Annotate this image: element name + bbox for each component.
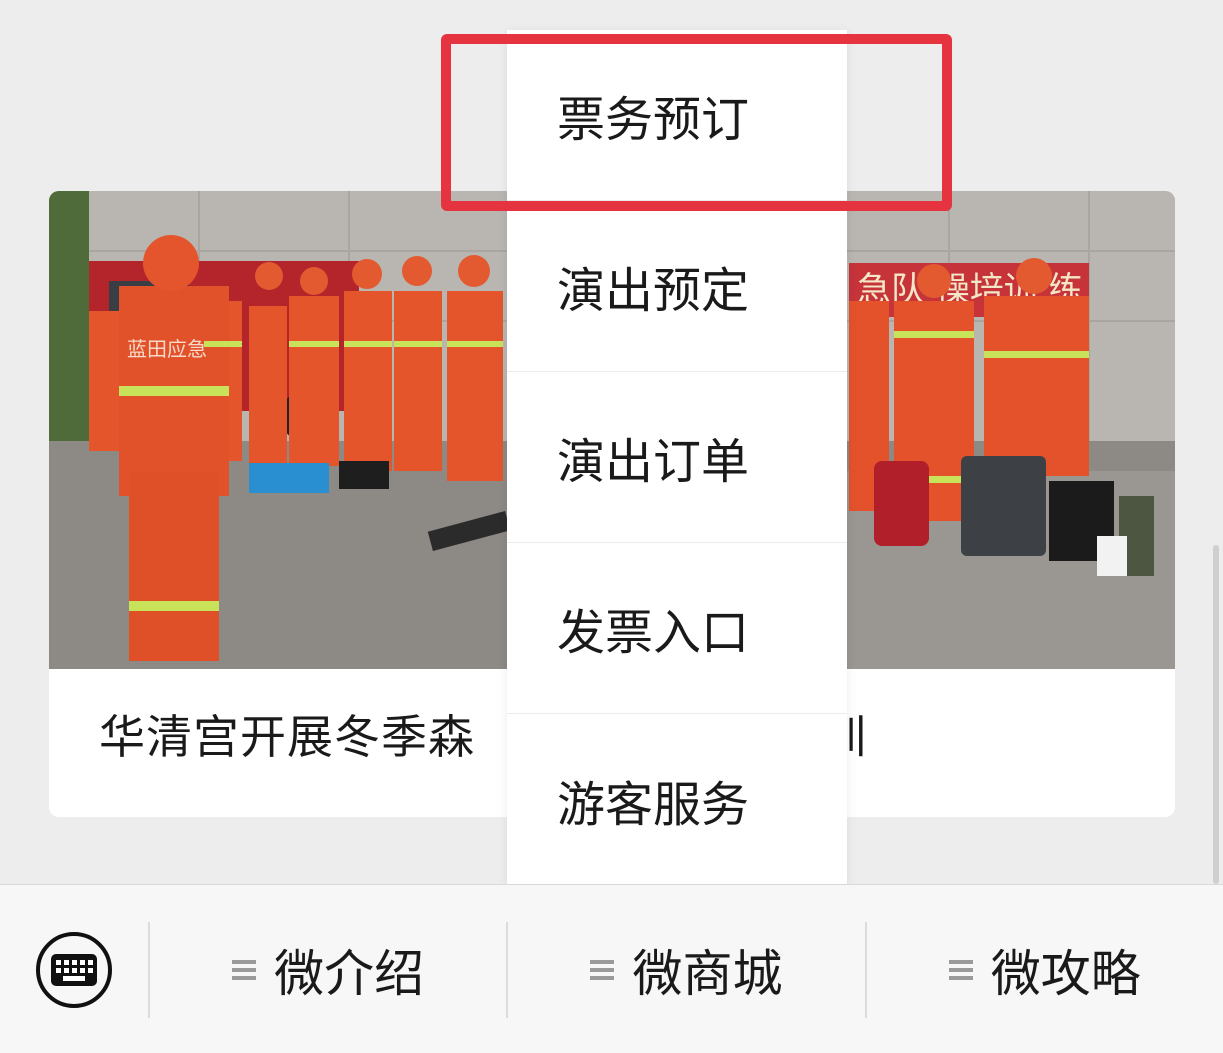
menu-item-visitor-service[interactable]: 游客服务	[507, 714, 847, 885]
scrollbar[interactable]	[1213, 545, 1219, 884]
menu-icon	[590, 956, 615, 984]
tab-guide-label: 微攻略	[990, 944, 1141, 1003]
menu-item-ticket-booking[interactable]: 票务预订	[507, 30, 847, 201]
submenu-popup: 票务预订 演出预定 演出订单 发票入口 游客服务	[507, 30, 847, 885]
tab-guide[interactable]: 微攻略	[867, 885, 1223, 1053]
menu-icon	[232, 956, 257, 984]
article-title-text: 华清宫开展冬季森	[99, 710, 475, 764]
tab-intro[interactable]: 微介绍	[150, 885, 506, 1053]
tab-mall-label: 微商城	[632, 944, 783, 1003]
bottom-menu-bar: 微介绍 微商城 微攻略	[0, 884, 1223, 1053]
tab-mall[interactable]: 微商城	[508, 885, 864, 1053]
tab-intro-label: 微介绍	[274, 944, 425, 1003]
wechat-official-account-page: 急队 操培训 练 蓝田应急 华清宫开展冬季森 票务预订 演出预定 演出订单 发票…	[0, 0, 1223, 1053]
menu-item-show-booking[interactable]: 演出预定	[507, 201, 847, 372]
menu-item-show-orders[interactable]: 演出订单	[507, 372, 847, 543]
keyboard-toggle-button[interactable]	[0, 885, 148, 1053]
jacket-text: 蓝田应急	[127, 337, 207, 361]
keyboard-icon	[36, 931, 112, 1008]
menu-icon	[948, 956, 973, 984]
menu-item-invoice[interactable]: 发票入口	[507, 543, 847, 714]
